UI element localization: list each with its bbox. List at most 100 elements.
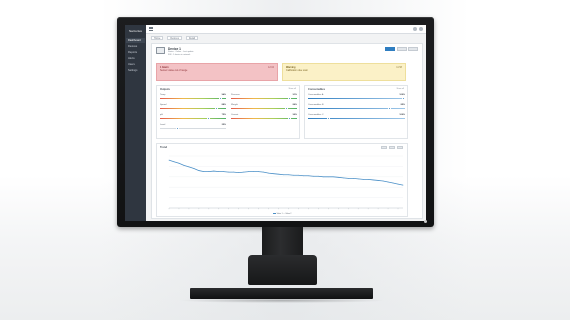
sidebar-item-label: Devices: [128, 45, 138, 48]
legend-swatch: [272, 213, 276, 215]
sidebar-item-label: Reports: [128, 51, 138, 54]
sidebar-item-label: Alerts: [128, 57, 135, 60]
outputs-title: Outputs: [160, 88, 170, 91]
user-icon[interactable]: [419, 27, 423, 31]
data-point: [258, 171, 259, 172]
primary-action-button[interactable]: [385, 47, 395, 51]
data-point: [198, 170, 200, 171]
data-point: [298, 174, 299, 176]
data-point: [357, 178, 359, 180]
data-point: [303, 175, 304, 177]
metric-1: Speed 88%: [160, 104, 226, 112]
sidebar-item-5[interactable]: Settings: [126, 68, 145, 73]
data-point: [243, 171, 245, 173]
warning-text: Calibration due soon: [286, 69, 308, 72]
secondary-action-button[interactable]: [396, 47, 407, 51]
metric-label: pH: [160, 114, 163, 116]
metric-3: Pressure 91%: [231, 94, 297, 102]
series-line: [168, 159, 404, 186]
trend-title: Trend: [160, 146, 168, 149]
outputs-panel: Outputs Show all Temp 94% Speed 88% pH 7…: [156, 85, 300, 139]
metric-bar: [160, 128, 226, 130]
sidebar-item-3[interactable]: Alerts: [126, 56, 145, 61]
metric-label: Speed: [160, 104, 167, 106]
sidebar-item-0[interactable]: Dashboard: [126, 38, 145, 43]
data-point: [223, 171, 225, 172]
consumable-2: Consumables C 100%: [308, 114, 405, 122]
data-point: [377, 180, 379, 181]
alarm-alert[interactable]: 1 Alarm Sensor value out of range 12:04: [156, 63, 278, 81]
metric-bar: [231, 98, 297, 100]
metric-indicator: [402, 97, 405, 100]
data-point: [173, 161, 175, 163]
metric-indicator: [326, 117, 330, 120]
warning-alert[interactable]: Warning Calibration due soon 11:58: [282, 63, 406, 81]
metric-value: 86%: [292, 104, 297, 106]
data-point: [248, 171, 250, 172]
metric-value: 94%: [221, 94, 226, 96]
data-point: [347, 178, 349, 179]
metric-6: Level 25%: [160, 124, 226, 132]
search-icon[interactable]: [413, 27, 417, 31]
data-point: [203, 171, 205, 172]
data-point: [283, 174, 284, 176]
trend-panel: Trend Value 1 — Value 2: [156, 143, 408, 217]
data-point: [387, 181, 389, 183]
metric-indicator: [219, 97, 223, 100]
consumable-1: Consumables B 85%: [308, 104, 405, 112]
metric-label: Consumables A: [308, 94, 324, 96]
export-icon[interactable]: [397, 146, 403, 149]
breadcrumb-item[interactable]: Devices: [167, 36, 182, 40]
breadcrumb-item[interactable]: Detail: [185, 36, 199, 40]
metric-value: 25%: [221, 124, 226, 126]
metric-label: Consumables B: [308, 104, 324, 106]
metric-value: 85%: [400, 104, 405, 106]
data-point: [293, 174, 294, 176]
data-point: [178, 162, 180, 164]
metric-value: 91%: [292, 94, 297, 96]
outputs-show-all-link[interactable]: Show all: [288, 88, 296, 91]
sidebar-item-4[interactable]: Users: [126, 62, 145, 67]
menu-icon[interactable]: [149, 27, 153, 31]
monitor-base: [190, 288, 373, 299]
monitor-stand: [248, 255, 317, 285]
zoom-icon[interactable]: [381, 146, 387, 149]
breadcrumb: Home Devices Detail: [151, 36, 199, 40]
alarm-text: Sensor value out of range: [160, 69, 188, 72]
data-point: [392, 182, 394, 184]
sidebar-item-label: Settings: [128, 69, 138, 72]
metric-label: Temp: [160, 94, 166, 96]
top-bar: [146, 25, 426, 34]
data-point: [352, 178, 354, 179]
consumables-show-all-link[interactable]: Show all: [396, 88, 404, 91]
header-actions: [385, 47, 418, 51]
sidebar: Sartorius Dashboard Devices Reports Aler…: [125, 25, 146, 221]
data-point: [308, 175, 309, 177]
metric-label: Level: [160, 124, 166, 126]
metric-2: pH 75%: [160, 114, 226, 122]
data-point: [183, 165, 185, 166]
warning-time: 11:58: [396, 66, 402, 69]
metric-indicator: [207, 117, 211, 120]
breadcrumb-item[interactable]: Home: [151, 36, 164, 40]
range-icon[interactable]: [389, 146, 395, 149]
sidebar-item-label: Dashboard: [128, 39, 141, 42]
consumables-panel: Consumables Show all Consumables A 100% …: [304, 85, 408, 139]
metric-indicator: [215, 107, 219, 110]
metric-value: 100%: [399, 114, 405, 116]
sidebar-item-1[interactable]: Devices: [126, 44, 145, 49]
metric-0: Temp 94%: [160, 94, 226, 102]
more-action-button[interactable]: [408, 47, 418, 51]
metric-label: Consumables C: [308, 114, 324, 116]
sidebar-item-2[interactable]: Reports: [126, 50, 145, 55]
data-point: [208, 171, 210, 172]
data-point: [327, 176, 329, 178]
data-point: [228, 171, 230, 173]
data-point: [402, 184, 404, 186]
metric-5: Current 90%: [231, 114, 297, 122]
metric-indicator: [287, 117, 291, 120]
data-point: [313, 175, 314, 177]
metric-bar: [160, 98, 226, 100]
metric-label: Pressure: [231, 94, 240, 96]
data-point: [193, 168, 195, 169]
